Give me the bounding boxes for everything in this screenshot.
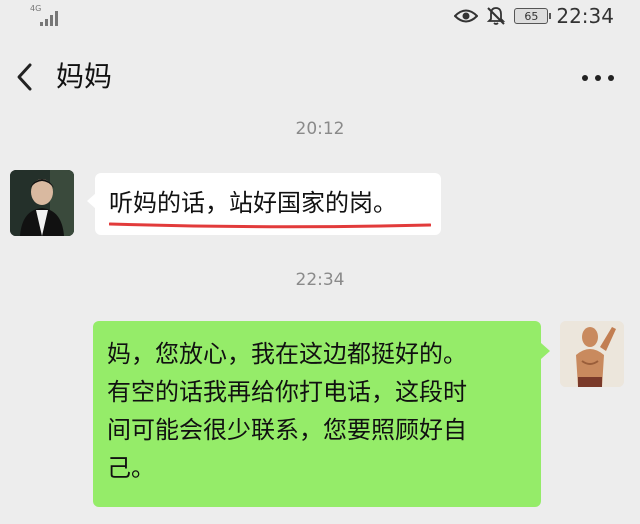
message-text-line: 妈，您放心，我在这边都挺好的。 [107,340,467,368]
chat-title: 妈妈 [56,60,113,93]
avatar[interactable] [560,321,624,387]
message-text-line: 间可能会很少联系，您要照顾好自 [107,416,467,444]
eye-icon [454,9,479,23]
more-dots-icon[interactable] [580,74,616,82]
status-bar: 4G 65 22:34 [0,0,640,34]
message-text-line: 有空的话我再给你打电话，这段时 [107,378,467,406]
chevron-left-icon[interactable] [12,60,36,94]
message-text: 听妈的话，站好国家的岗。 [109,189,397,217]
chat-header: 妈妈 [0,46,640,108]
mute-bell-icon [487,7,506,25]
message-text-line: 己。 [107,454,155,482]
incoming-message-bubble[interactable]: 听妈的话，站好国家的岗。 [87,173,441,235]
red-underline-annotation [109,222,431,229]
message-timestamp: 22:34 [295,270,345,290]
battery-icon: 65 [514,8,552,24]
status-time: 22:34 [556,4,614,28]
avatar[interactable] [10,170,74,236]
signal-icon: 4G [30,4,64,26]
message-timestamp: 20:12 [295,119,345,139]
outgoing-message-bubble[interactable]: 妈，您放心，我在这边都挺好的。 有空的话我再给你打电话，这段时 间可能会很少联系… [93,321,550,507]
